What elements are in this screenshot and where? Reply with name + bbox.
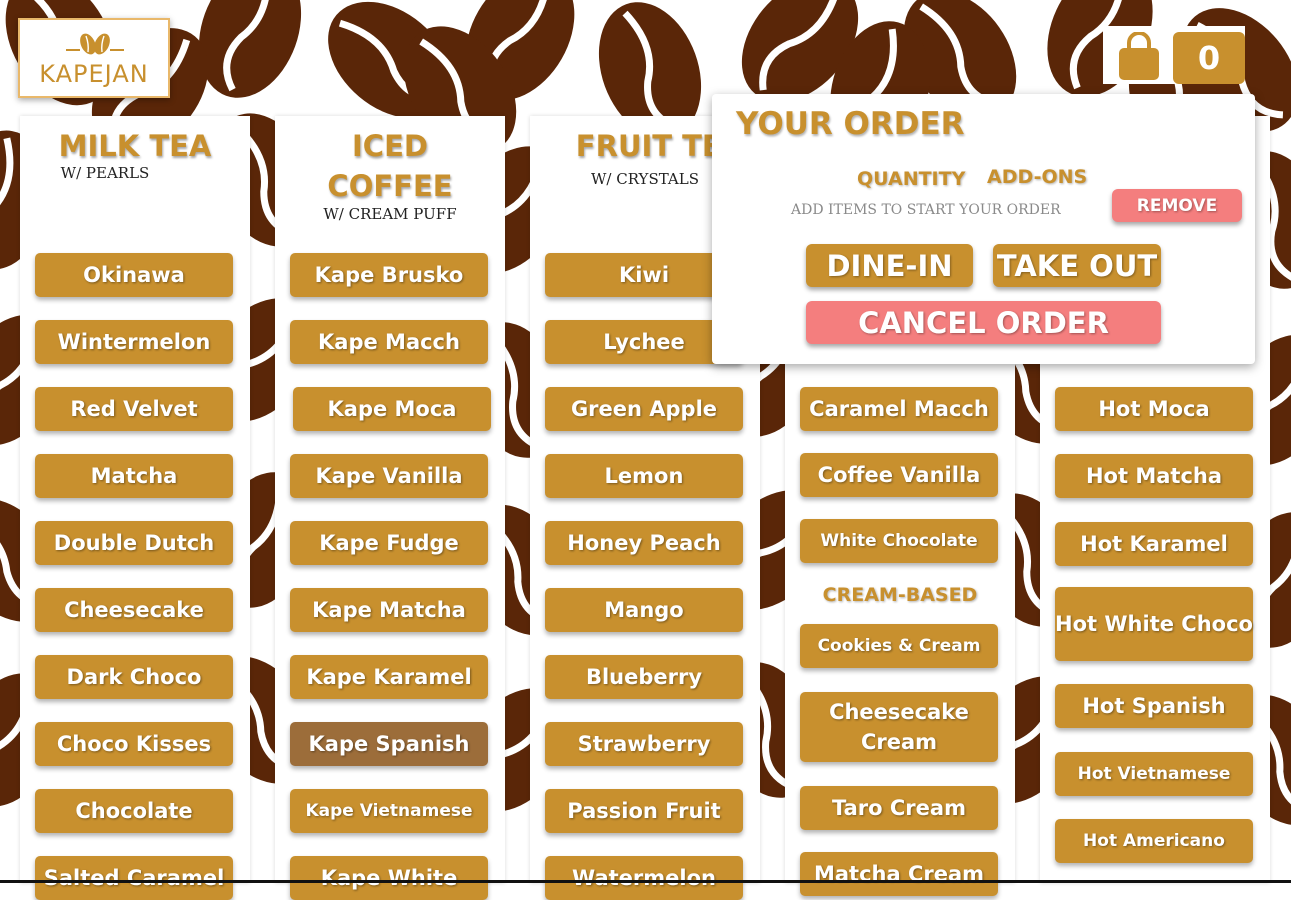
menu-item-cookies-and-cream[interactable]: Cookies & Cream — [800, 624, 998, 668]
menu-item-hot-moca[interactable]: Hot Moca — [1055, 387, 1253, 431]
column-subtitle: W/ CREAM PUFF — [323, 205, 457, 223]
menu-item-hot-white-choco[interactable]: Hot White Choco — [1055, 587, 1253, 661]
column-title-line-2: COFFEE — [327, 169, 453, 203]
menu-item-kape-spanish[interactable]: Kape Spanish — [290, 722, 488, 766]
shopping-bag-icon — [1119, 32, 1159, 80]
addons-header: ADD-ONS — [987, 166, 1088, 188]
menu-item-white-chocolate[interactable]: White Chocolate — [800, 519, 998, 563]
menu-item-wintermelon[interactable]: Wintermelon — [35, 320, 233, 364]
column-subtitle: W/ PEARLS — [60, 164, 150, 182]
cart-count: 0 — [1173, 32, 1245, 84]
menu-item-matcha[interactable]: Matcha — [35, 454, 233, 498]
menu-item-blueberry[interactable]: Blueberry — [545, 655, 743, 699]
menu-item-double-dutch[interactable]: Double Dutch — [35, 521, 233, 565]
menu-item-salted-caramel[interactable]: Salted Caramel — [35, 856, 233, 900]
menu-item-kape-matcha[interactable]: Kape Matcha — [290, 588, 488, 632]
menu-item-taro-cream[interactable]: Taro Cream — [800, 786, 998, 830]
kapejan-logo: KAPEJAN — [18, 18, 170, 98]
menu-item-caramel-macch[interactable]: Caramel Macch — [800, 387, 998, 431]
menu-item-okinawa[interactable]: Okinawa — [35, 253, 233, 297]
menu-item-honey-peach[interactable]: Honey Peach — [545, 521, 743, 565]
remove-button[interactable]: REMOVE — [1112, 189, 1242, 222]
menu-item-hot-americano[interactable]: Hot Americano — [1055, 819, 1253, 863]
menu-item-hot-vietnamese[interactable]: Hot Vietnamese — [1055, 752, 1253, 796]
menu-item-mango[interactable]: Mango — [545, 588, 743, 632]
menu-item-matcha-cream[interactable]: Matcha Cream — [800, 852, 998, 896]
menu-item-hot-matcha[interactable]: Hot Matcha — [1055, 454, 1253, 498]
dine-in-button[interactable]: DINE-IN — [806, 244, 973, 287]
menu-item-cheesecake[interactable]: Cheesecake — [35, 588, 233, 632]
menu-item-chocolate[interactable]: Chocolate — [35, 789, 233, 833]
menu-item-watermelon[interactable]: Watermelon — [545, 856, 743, 900]
menu-item-hot-karamel[interactable]: Hot Karamel — [1055, 522, 1253, 566]
menu-column-iced-coffee: ICED COFFEE W/ CREAM PUFF Kape Brusko Kap… — [275, 116, 505, 900]
column-title: MILK TEA — [58, 129, 212, 163]
brand-name: KAPEJAN — [39, 60, 149, 88]
order-title: YOUR ORDER — [736, 106, 965, 142]
menu-item-passion-fruit[interactable]: Passion Fruit — [545, 789, 743, 833]
menu-item-coffee-vanilla[interactable]: Coffee Vanilla — [800, 453, 998, 497]
menu-item-dark-choco[interactable]: Dark Choco — [35, 655, 233, 699]
menu-item-kape-white[interactable]: Kape White — [290, 856, 488, 900]
order-panel: YOUR ORDER QUANTITY ADD-ONS ADD ITEMS TO… — [712, 94, 1255, 364]
menu-item-kape-vanilla[interactable]: Kape Vanilla — [290, 454, 488, 498]
coffee-bean-logo-icon — [66, 33, 124, 55]
menu-item-kape-vietnamese[interactable]: Kape Vietnamese — [290, 789, 488, 833]
menu-column-milk-tea: MILK TEA W/ PEARLS Okinawa Wintermelon Red… — [20, 116, 250, 900]
menu-item-choco-kisses[interactable]: Choco Kisses — [35, 722, 233, 766]
menu-item-kape-karamel[interactable]: Kape Karamel — [290, 655, 488, 699]
take-out-button[interactable]: TAKE OUT — [993, 244, 1161, 287]
menu-item-kape-brusko[interactable]: Kape Brusko — [290, 253, 488, 297]
cancel-order-button[interactable]: CANCEL ORDER — [806, 301, 1161, 344]
menu-item-kape-moca[interactable]: Kape Moca — [293, 387, 491, 431]
menu-item-kape-macch[interactable]: Kape Macch — [290, 320, 488, 364]
column-title-line-1: ICED — [352, 129, 428, 163]
menu-item-green-apple[interactable]: Green Apple — [545, 387, 743, 431]
cart-button[interactable]: 0 — [1103, 26, 1245, 84]
menu-item-lemon[interactable]: Lemon — [545, 454, 743, 498]
menu-item-red-velvet[interactable]: Red Velvet — [35, 387, 233, 431]
empty-order-message: ADD ITEMS TO START YOUR ORDER — [791, 202, 1061, 218]
menu-item-kape-fudge[interactable]: Kape Fudge — [290, 521, 488, 565]
menu-item-hot-spanish[interactable]: Hot Spanish — [1055, 684, 1253, 728]
section-label-cream-based: CREAM-BASED — [822, 584, 978, 606]
quantity-header: QUANTITY — [857, 168, 966, 190]
menu-item-cheesecake-cream[interactable]: Cheesecake Cream — [800, 692, 998, 762]
menu-item-strawberry[interactable]: Strawberry — [545, 722, 743, 766]
